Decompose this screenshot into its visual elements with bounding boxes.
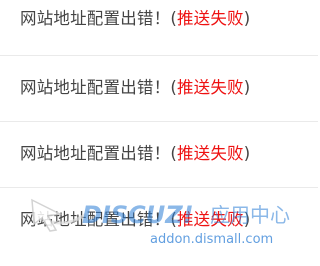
paren-close: ) — [243, 210, 251, 229]
status-fail: 推送失败 — [176, 144, 244, 163]
paren-open: ( — [170, 9, 177, 28]
list-item: 网站地址配置出错！(推送失败) — [0, 122, 318, 188]
error-message: 网站地址配置出错！ — [20, 210, 171, 229]
message-text: 网站地址配置出错！(推送失败) — [20, 210, 250, 230]
paren-close: ) — [243, 144, 251, 163]
paren-close: ) — [243, 78, 251, 97]
paren-open: ( — [170, 210, 177, 229]
error-message: 网站地址配置出错！ — [20, 144, 171, 163]
message-text: 网站地址配置出错！(推送失败) — [20, 9, 250, 29]
message-text: 网站地址配置出错！(推送失败) — [20, 144, 250, 164]
paren-open: ( — [170, 78, 177, 97]
status-fail: 推送失败 — [176, 210, 244, 229]
paren-open: ( — [170, 144, 177, 163]
list-item: 网站地址配置出错！(推送失败) — [0, 188, 318, 266]
paren-close: ) — [243, 9, 251, 28]
error-message: 网站地址配置出错！ — [20, 9, 171, 28]
message-list: 网站地址配置出错！(推送失败) 网站地址配置出错！(推送失败) 网站地址配置出错… — [0, 0, 318, 266]
list-item: 网站地址配置出错！(推送失败) — [0, 56, 318, 122]
error-message: 网站地址配置出错！ — [20, 78, 171, 97]
status-fail: 推送失败 — [176, 9, 244, 28]
status-fail: 推送失败 — [176, 78, 244, 97]
list-item: 网站地址配置出错！(推送失败) — [0, 0, 318, 56]
message-text: 网站地址配置出错！(推送失败) — [20, 78, 250, 98]
